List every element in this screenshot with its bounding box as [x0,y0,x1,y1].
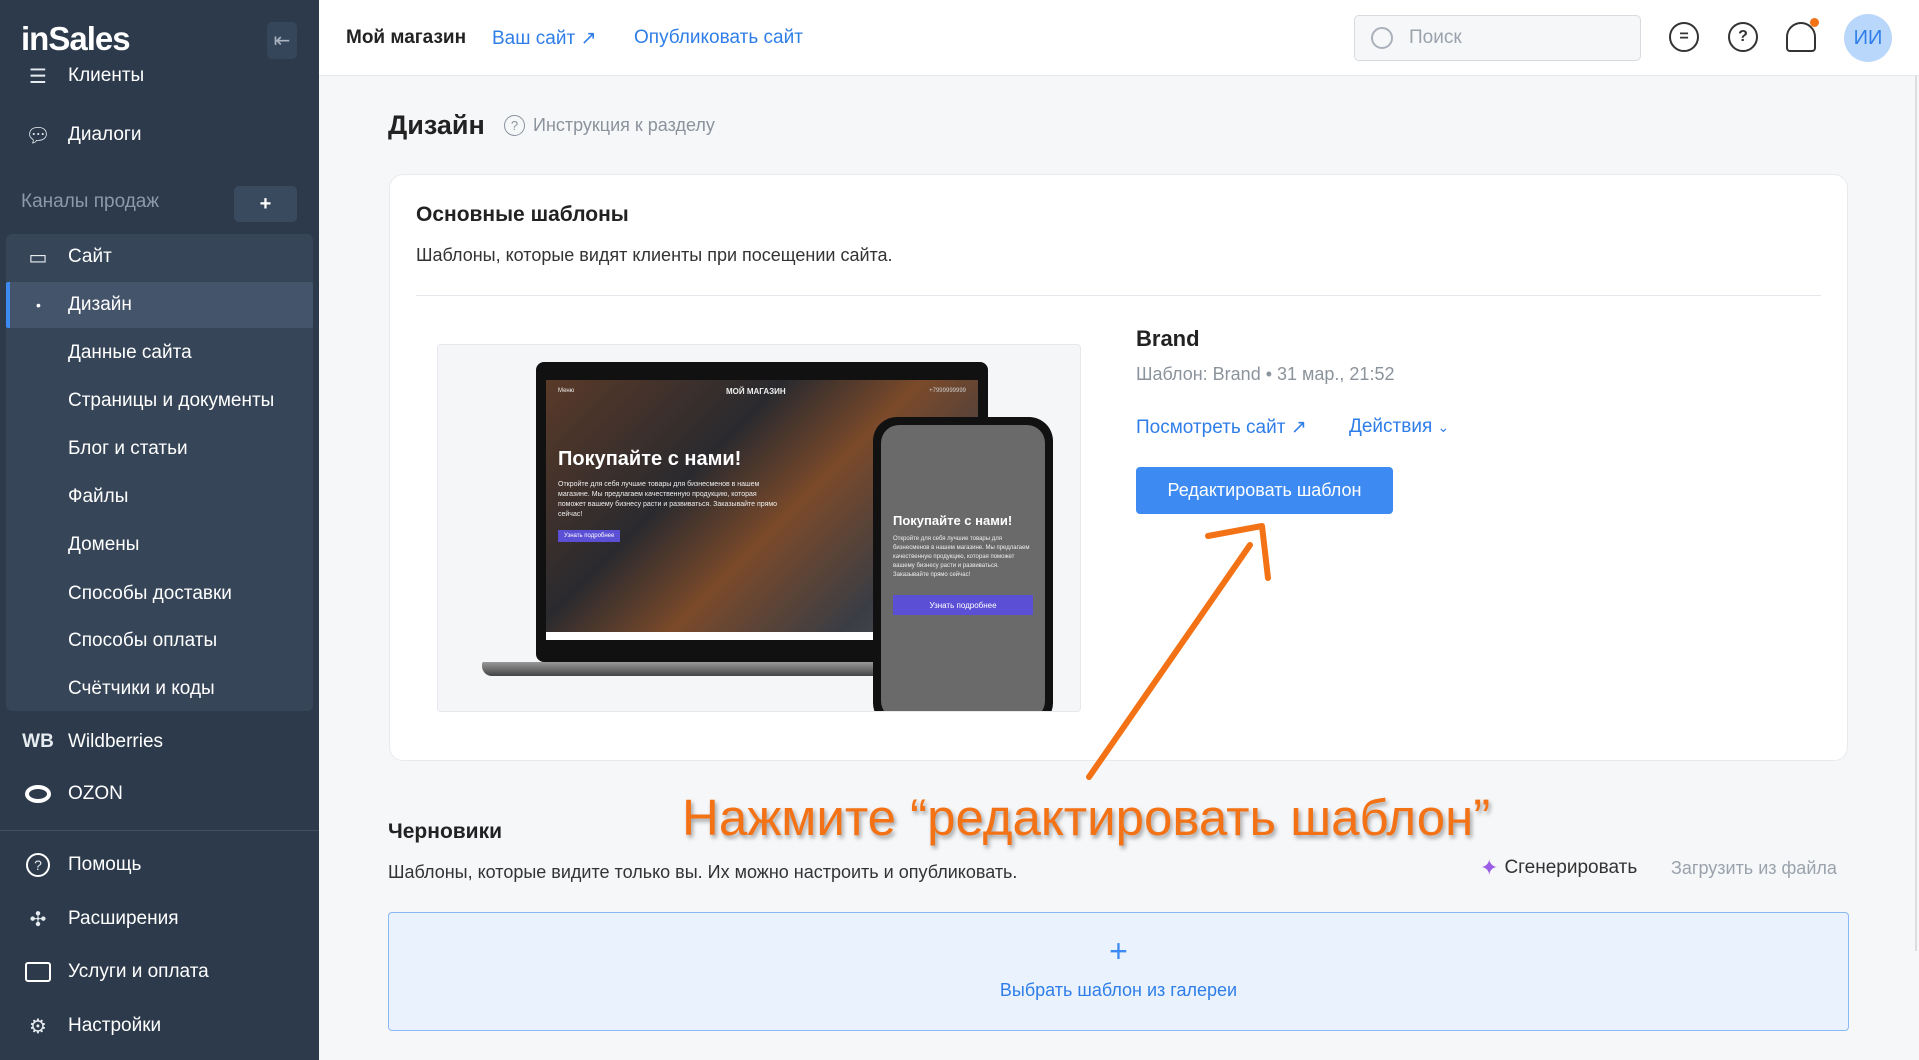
annotation-text: Нажмите “редактировать шаблон” [682,789,1491,846]
plus-icon: + [1109,933,1128,969]
sparkle-icon: ✦ [1480,855,1499,880]
upload-from-file-link[interactable]: Загрузить из файла [1671,858,1837,879]
annotation-arrow [1086,523,1271,780]
arrow-line [1086,542,1253,780]
generate-button[interactable]: ✦ Сгенерировать [1480,855,1637,881]
choose-from-gallery-button[interactable]: + Выбрать шаблон из галереи [388,912,1849,1031]
arrow-head [1205,523,1271,581]
drafts-title: Черновики [388,820,503,843]
gallery-label: Выбрать шаблон из галереи [999,980,1238,1000]
generate-label: Сгенерировать [1504,857,1638,878]
drafts-subtitle: Шаблоны, которые видите только вы. Их мо… [388,862,1018,882]
